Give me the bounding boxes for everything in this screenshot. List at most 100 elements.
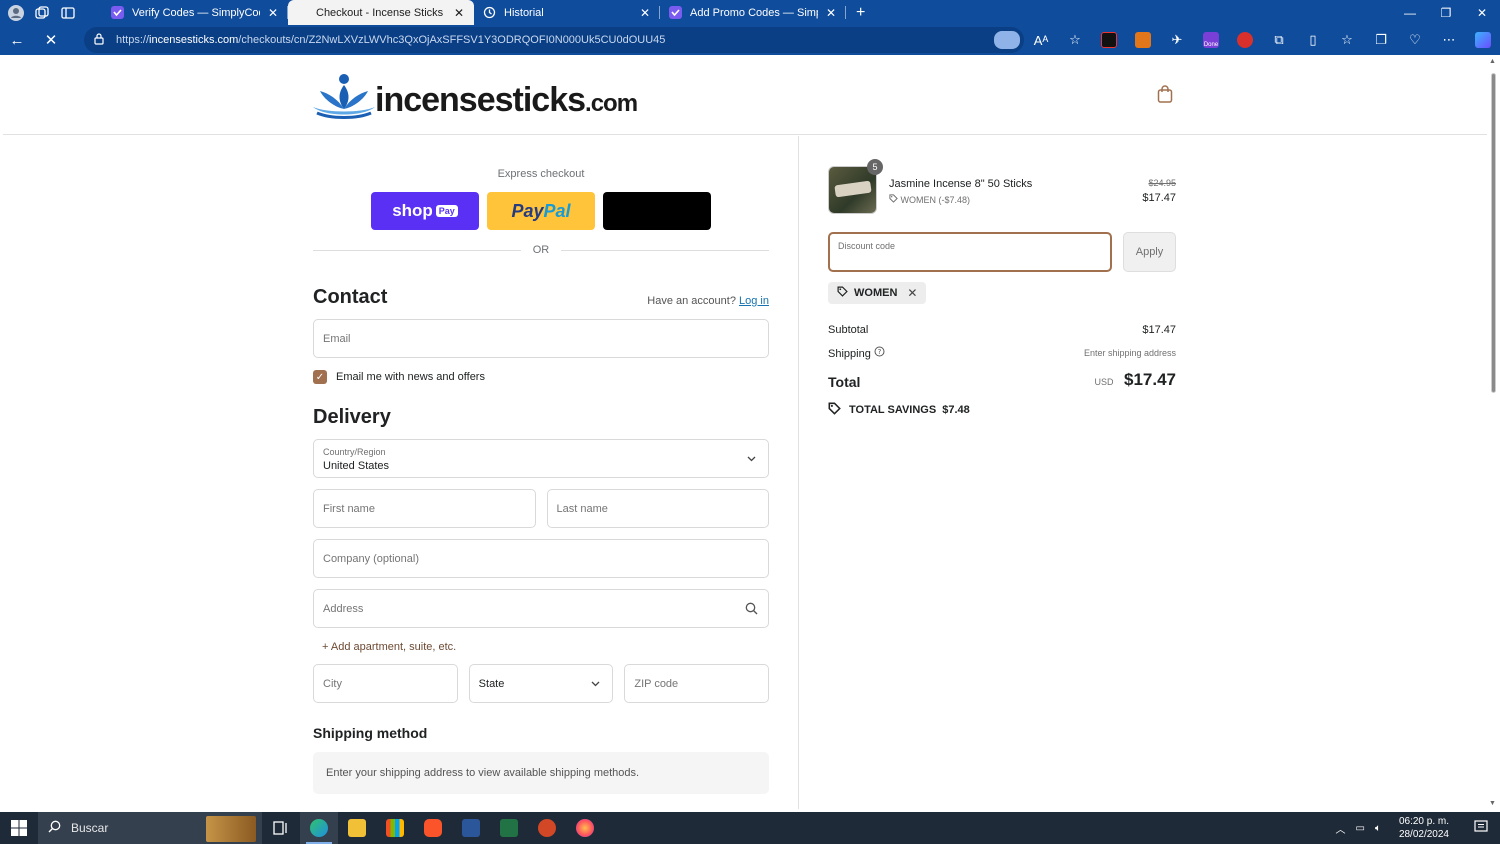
address-field[interactable] (313, 589, 769, 628)
zip-input[interactable] (634, 677, 760, 690)
city-input[interactable] (323, 677, 448, 690)
file-explorer-icon[interactable] (338, 812, 376, 844)
search-highlight-image (206, 816, 256, 842)
brave-browser-icon[interactable] (414, 812, 452, 844)
scrollbar-thumb[interactable] (1491, 73, 1496, 393)
close-tab-icon[interactable]: ✕ (824, 6, 838, 20)
collections-icon[interactable]: ❐ (1364, 25, 1398, 55)
email-field[interactable] (313, 319, 769, 358)
taskbar-search[interactable]: Buscar (38, 812, 262, 844)
history-favicon-icon (482, 6, 496, 20)
zip-field[interactable] (624, 664, 770, 703)
contact-heading: Contact (313, 286, 388, 308)
browser-essentials-icon[interactable]: ♡ (1398, 25, 1432, 55)
search-icon (48, 820, 61, 836)
browser-tab-verify-codes[interactable]: Verify Codes — SimplyCodes ✕ (102, 0, 288, 25)
quantity-badge: 5 (867, 159, 883, 175)
favorite-star-icon[interactable]: ☆ (1058, 25, 1092, 55)
address-bar[interactable]: https://incensesticks.com/checkouts/cn/Z… (84, 27, 1024, 53)
clock[interactable]: 06:20 p. m. 28/02/2024 (1386, 815, 1462, 841)
split-screen-icon[interactable]: ▯ (1296, 25, 1330, 55)
volume-icon[interactable]: 🔈︎ (1370, 823, 1386, 834)
address-input[interactable] (323, 602, 759, 615)
last-name-input[interactable] (556, 502, 759, 515)
logo-word: incensesticks (375, 81, 586, 119)
express-pay-button-dark[interactable] (603, 192, 711, 230)
discount-code-field[interactable]: Discount code (828, 232, 1112, 272)
shopping-bag-icon[interactable] (1157, 85, 1173, 103)
powerpoint-icon[interactable] (528, 812, 566, 844)
discount-code-placeholder: Discount code (838, 241, 896, 251)
subtotal-label: Subtotal (828, 324, 869, 336)
edge-taskbar-icon[interactable] (300, 812, 338, 844)
settings-more-icon[interactable]: ⋯ (1432, 25, 1466, 55)
read-aloud-icon[interactable]: Aᴬ (1024, 25, 1058, 55)
shop-pay-button[interactable]: shop Pay (371, 192, 479, 230)
microsoft-store-icon[interactable] (376, 812, 414, 844)
copilot-icon[interactable] (1466, 25, 1500, 55)
first-name-input[interactable] (323, 502, 526, 515)
excel-icon[interactable] (490, 812, 528, 844)
workspaces-icon[interactable] (34, 5, 50, 21)
windows-start-icon[interactable] (0, 812, 38, 844)
company-input[interactable] (323, 552, 759, 565)
close-tab-icon[interactable]: ✕ (266, 6, 280, 20)
page-scrollbar[interactable]: ▲ ▼ (1487, 55, 1500, 809)
tab-actions-icon[interactable] (60, 5, 76, 21)
extension-bird-icon[interactable]: ✈ (1160, 25, 1194, 55)
remove-discount-icon[interactable]: ✕ (907, 286, 917, 300)
favorites-icon[interactable]: ☆ (1330, 25, 1364, 55)
word-icon[interactable] (452, 812, 490, 844)
product-thumbnail: 5 (828, 159, 883, 214)
account-prompt: Have an account? Log in (647, 295, 769, 307)
savings-label: TOTAL SAVINGS (849, 404, 937, 416)
country-select[interactable]: Country/Region United States (313, 439, 769, 478)
company-field[interactable] (313, 539, 769, 578)
close-tab-icon[interactable]: ✕ (638, 6, 652, 20)
shipping-value: Enter shipping address (1083, 348, 1176, 358)
back-icon[interactable]: ← (0, 25, 34, 55)
paypal-button[interactable]: Pay Pal (487, 192, 595, 230)
newsletter-row[interactable]: ✓ Email me with news and offers (313, 370, 769, 384)
minimize-icon[interactable]: — (1392, 0, 1428, 25)
add-apartment-link[interactable]: + Add apartment, suite, etc. (322, 641, 769, 653)
url-prefix: https:// (116, 34, 150, 46)
network-icon[interactable]: ▭ (1350, 823, 1369, 834)
email-input[interactable] (323, 332, 759, 345)
extensions-puzzle-icon[interactable]: ⧉ (1262, 25, 1296, 55)
scroll-down-icon[interactable]: ▼ (1489, 800, 1496, 807)
browser-tab-add-promo[interactable]: Add Promo Codes — SimplyCod ✕ (660, 0, 846, 25)
login-link[interactable]: Log in (739, 295, 769, 307)
task-view-icon[interactable] (262, 812, 300, 844)
scroll-up-icon[interactable]: ▲ (1489, 58, 1496, 65)
firefox-icon[interactable] (566, 812, 604, 844)
help-circle-icon[interactable]: ? (874, 346, 885, 360)
close-window-icon[interactable]: ✕ (1464, 0, 1500, 25)
newsletter-checkbox[interactable]: ✓ (313, 370, 327, 384)
product-info: Jasmine Incense 8" 50 Sticks WOMEN (-$7.… (889, 166, 1142, 214)
toolbar-icons: Aᴬ ☆ ✈ Done ⧉ ▯ ☆ ❐ ♡ ⋯ (990, 25, 1500, 55)
store-logo[interactable]: incensesticks.com (311, 71, 638, 121)
stop-loading-icon[interactable]: ✕ (34, 25, 68, 55)
city-field[interactable] (313, 664, 458, 703)
browser-tab-checkout[interactable]: Checkout - Incense Sticks ✕ (288, 0, 474, 25)
apply-button[interactable]: Apply (1123, 232, 1176, 272)
restore-icon[interactable]: ❐ (1428, 0, 1464, 25)
last-name-field[interactable] (546, 489, 769, 528)
state-select[interactable]: State (468, 664, 614, 703)
extension-red-badge-icon[interactable] (1092, 25, 1126, 55)
extension-done-icon[interactable]: Done (1194, 25, 1228, 55)
logo-wordmark: incensesticks.com (375, 81, 638, 121)
lock-icon[interactable] (94, 32, 116, 48)
browser-tab-historial[interactable]: Historial ✕ (474, 0, 660, 25)
search-icon[interactable] (745, 602, 758, 618)
metamask-fox-icon[interactable] (1126, 25, 1160, 55)
new-tab-icon[interactable]: + (846, 4, 875, 22)
notifications-icon[interactable] (1462, 819, 1500, 837)
first-name-field[interactable] (313, 489, 536, 528)
profile-icon[interactable] (8, 4, 24, 21)
coupon-extension-icon[interactable] (990, 25, 1024, 55)
chevron-up-icon[interactable]: ︿ (1330, 821, 1350, 836)
close-tab-icon[interactable]: ✕ (452, 6, 466, 20)
extension-red-circle-icon[interactable] (1228, 25, 1262, 55)
